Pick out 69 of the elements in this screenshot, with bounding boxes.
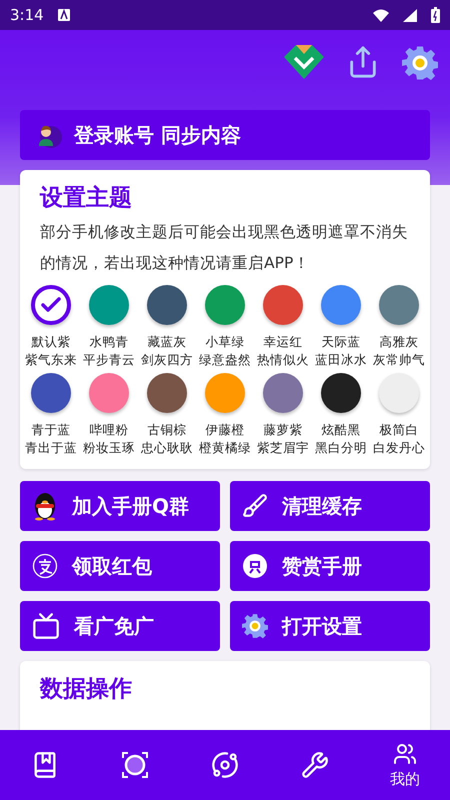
coin-icon	[242, 553, 268, 579]
theme-motto: 忠心耿耿	[141, 439, 193, 457]
theme-name: 极简白	[380, 421, 418, 439]
theme-motto: 灰常帅气	[373, 351, 425, 369]
action-button[interactable]: 打开设置	[230, 601, 430, 651]
action-button[interactable]: 加入手册Q群	[20, 481, 220, 531]
theme-swatch[interactable]	[263, 373, 303, 413]
wrench-icon	[301, 751, 329, 779]
theme-name: 藤萝紫	[264, 421, 302, 439]
theme-name: 水鸭青	[90, 333, 128, 351]
theme-swatch[interactable]	[321, 373, 361, 413]
action-button[interactable]: 领取红包	[20, 541, 220, 591]
settings-icon[interactable]	[402, 45, 438, 81]
theme-swatch[interactable]	[147, 373, 187, 413]
theme-motto: 热情似火	[257, 351, 309, 369]
diamond-icon[interactable]	[284, 45, 324, 79]
theme-name: 青于蓝	[32, 421, 70, 439]
theme-name: 天际蓝	[322, 333, 360, 351]
lens-icon	[121, 751, 149, 779]
theme-swatch[interactable]	[89, 373, 129, 413]
notification-icon	[58, 9, 70, 21]
tv-play-icon	[32, 612, 60, 640]
theme-swatch[interactable]	[31, 373, 71, 413]
theme-swatch[interactable]	[379, 373, 419, 413]
theme-name: 藏蓝灰	[148, 333, 186, 351]
theme-motto: 剑灰四方	[141, 351, 193, 369]
theme-motto: 粉妆玉琢	[83, 439, 135, 457]
planet-icon	[211, 751, 239, 779]
theme-name: 幸运红	[264, 333, 302, 351]
theme-swatch[interactable]	[263, 285, 303, 325]
theme-name: 小草绿	[206, 333, 244, 351]
theme-motto: 绿意盎然	[199, 351, 251, 369]
theme-swatch[interactable]	[321, 285, 361, 325]
theme-name: 伊藤橙	[206, 421, 244, 439]
theme-motto: 青出于蓝	[25, 439, 77, 457]
action-button[interactable]: 清理缓存	[230, 481, 430, 531]
nav-tab[interactable]: 我的	[360, 730, 450, 800]
theme-swatch[interactable]	[379, 285, 419, 325]
settings-icon[interactable]	[242, 613, 268, 639]
status-time: 3:14	[10, 6, 44, 24]
theme-motto: 紫芝眉宇	[257, 439, 309, 457]
action-button[interactable]: 看广免广	[20, 601, 220, 651]
theme-motto: 紫气东来	[25, 351, 77, 369]
people-icon	[393, 742, 417, 766]
theme-note: 部分手机修改主题后可能会出现黑色透明遮罩不消失的情况，若出现这种情况请重启APP！	[40, 222, 409, 274]
wifi-icon	[373, 8, 389, 22]
theme-motto: 白发丹心	[373, 439, 425, 457]
theme-swatch[interactable]	[205, 373, 245, 413]
theme-motto: 蓝田冰水	[315, 351, 367, 369]
theme-motto: 平步青云	[83, 351, 135, 369]
theme-swatch[interactable]	[147, 285, 187, 325]
theme-name: 哔哩粉	[90, 421, 128, 439]
wallet-logo-icon	[32, 553, 58, 579]
penguin-icon	[32, 491, 58, 521]
theme-name: 高雅灰	[380, 333, 418, 351]
theme-swatch[interactable]	[31, 285, 71, 325]
action-button[interactable]: 赞赏手册	[230, 541, 430, 591]
theme-swatch[interactable]	[89, 285, 129, 325]
card-title: 设置主题	[40, 184, 133, 213]
battery-icon	[431, 7, 440, 23]
login-button[interactable]: 登录账号 同步内容	[20, 110, 430, 160]
theme-name: 默认紫	[32, 333, 70, 351]
theme-swatch[interactable]	[205, 285, 245, 325]
theme-motto: 橙黄橘绿	[199, 439, 251, 457]
card-title: 数据操作	[40, 675, 133, 704]
signal-icon	[403, 8, 417, 22]
theme-motto: 黑白分明	[315, 439, 367, 457]
theme-name: 古铜棕	[148, 421, 186, 439]
theme-name: 炫酷黑	[322, 421, 360, 439]
